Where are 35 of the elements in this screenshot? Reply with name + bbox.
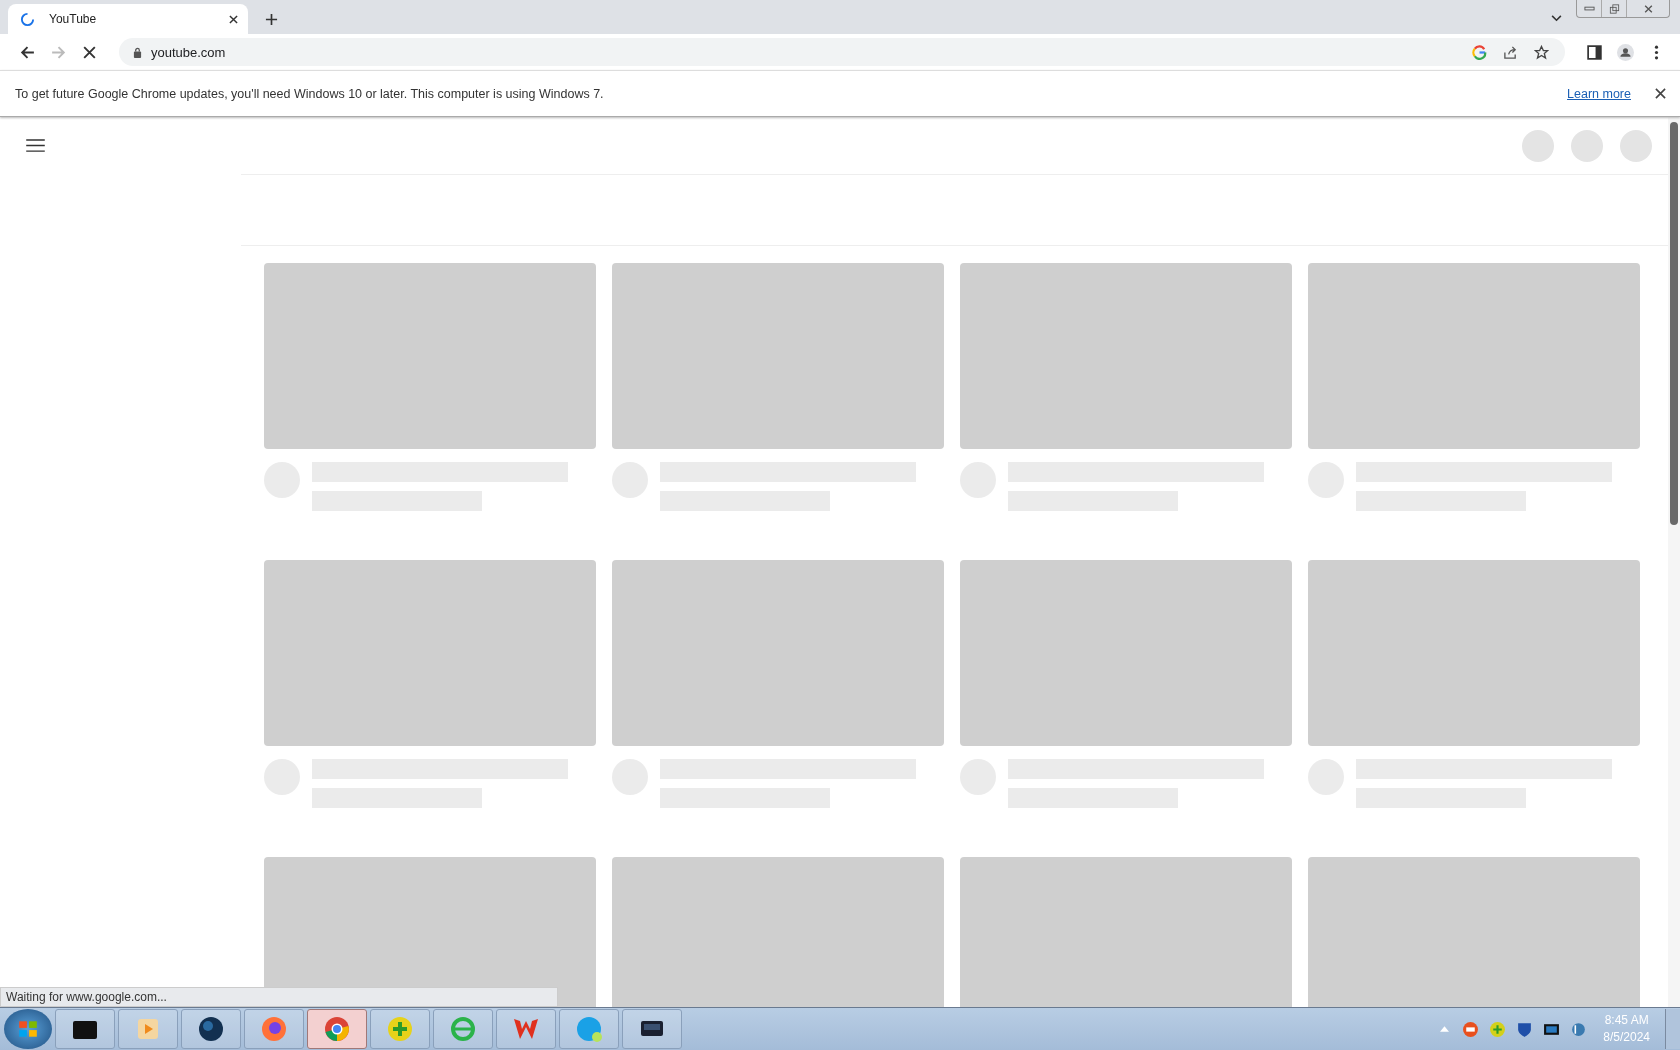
chevron-down-icon[interactable] bbox=[1551, 15, 1562, 22]
round-badge-icon[interactable] bbox=[1462, 1020, 1480, 1038]
clock-date: 8/5/2024 bbox=[1603, 1029, 1650, 1046]
close-icon[interactable] bbox=[1655, 88, 1666, 99]
close-icon[interactable] bbox=[229, 14, 238, 24]
taskbar-button[interactable] bbox=[181, 1009, 241, 1049]
placeholder-circle bbox=[1522, 129, 1554, 162]
star-icon[interactable] bbox=[1534, 44, 1549, 60]
taskbar-button[interactable] bbox=[622, 1009, 682, 1049]
status-bubble: Waiting for www.google.com... bbox=[0, 987, 558, 1007]
taskbar-button[interactable] bbox=[55, 1009, 115, 1049]
windows-logo-icon bbox=[17, 1018, 39, 1040]
profile-icon[interactable] bbox=[1617, 43, 1634, 61]
scrollbar-thumb[interactable] bbox=[1670, 122, 1678, 525]
url-text: youtube.com bbox=[151, 44, 226, 60]
shield-icon[interactable] bbox=[1516, 1020, 1534, 1038]
update-message: To get future Google Chrome updates, you'll need Windows 10 or later. This computer is using Windows 7. bbox=[15, 86, 604, 101]
close-icon bbox=[1642, 3, 1654, 14]
address-bar[interactable]: youtube.com bbox=[119, 38, 1565, 66]
placeholder-circle bbox=[1571, 129, 1603, 162]
new-tab-icon[interactable] bbox=[265, 13, 278, 26]
restore-icon bbox=[1608, 3, 1620, 14]
learn-more-link[interactable]: Learn more bbox=[1567, 86, 1631, 101]
google-icon[interactable] bbox=[1472, 44, 1487, 60]
placeholder-circle bbox=[1620, 129, 1652, 162]
clock-time: 8:45 AM bbox=[1604, 1012, 1649, 1029]
plus-icon[interactable] bbox=[1489, 1020, 1507, 1038]
share-icon[interactable] bbox=[1503, 44, 1518, 60]
lock-icon bbox=[133, 46, 142, 58]
network-icon[interactable] bbox=[1570, 1020, 1588, 1038]
browser-tab[interactable]: YouTube bbox=[8, 4, 248, 34]
tab-title: YouTube bbox=[49, 12, 98, 26]
start-button[interactable] bbox=[4, 1009, 52, 1049]
menu-icon[interactable] bbox=[26, 139, 45, 152]
side-panel-icon[interactable] bbox=[1586, 43, 1603, 61]
